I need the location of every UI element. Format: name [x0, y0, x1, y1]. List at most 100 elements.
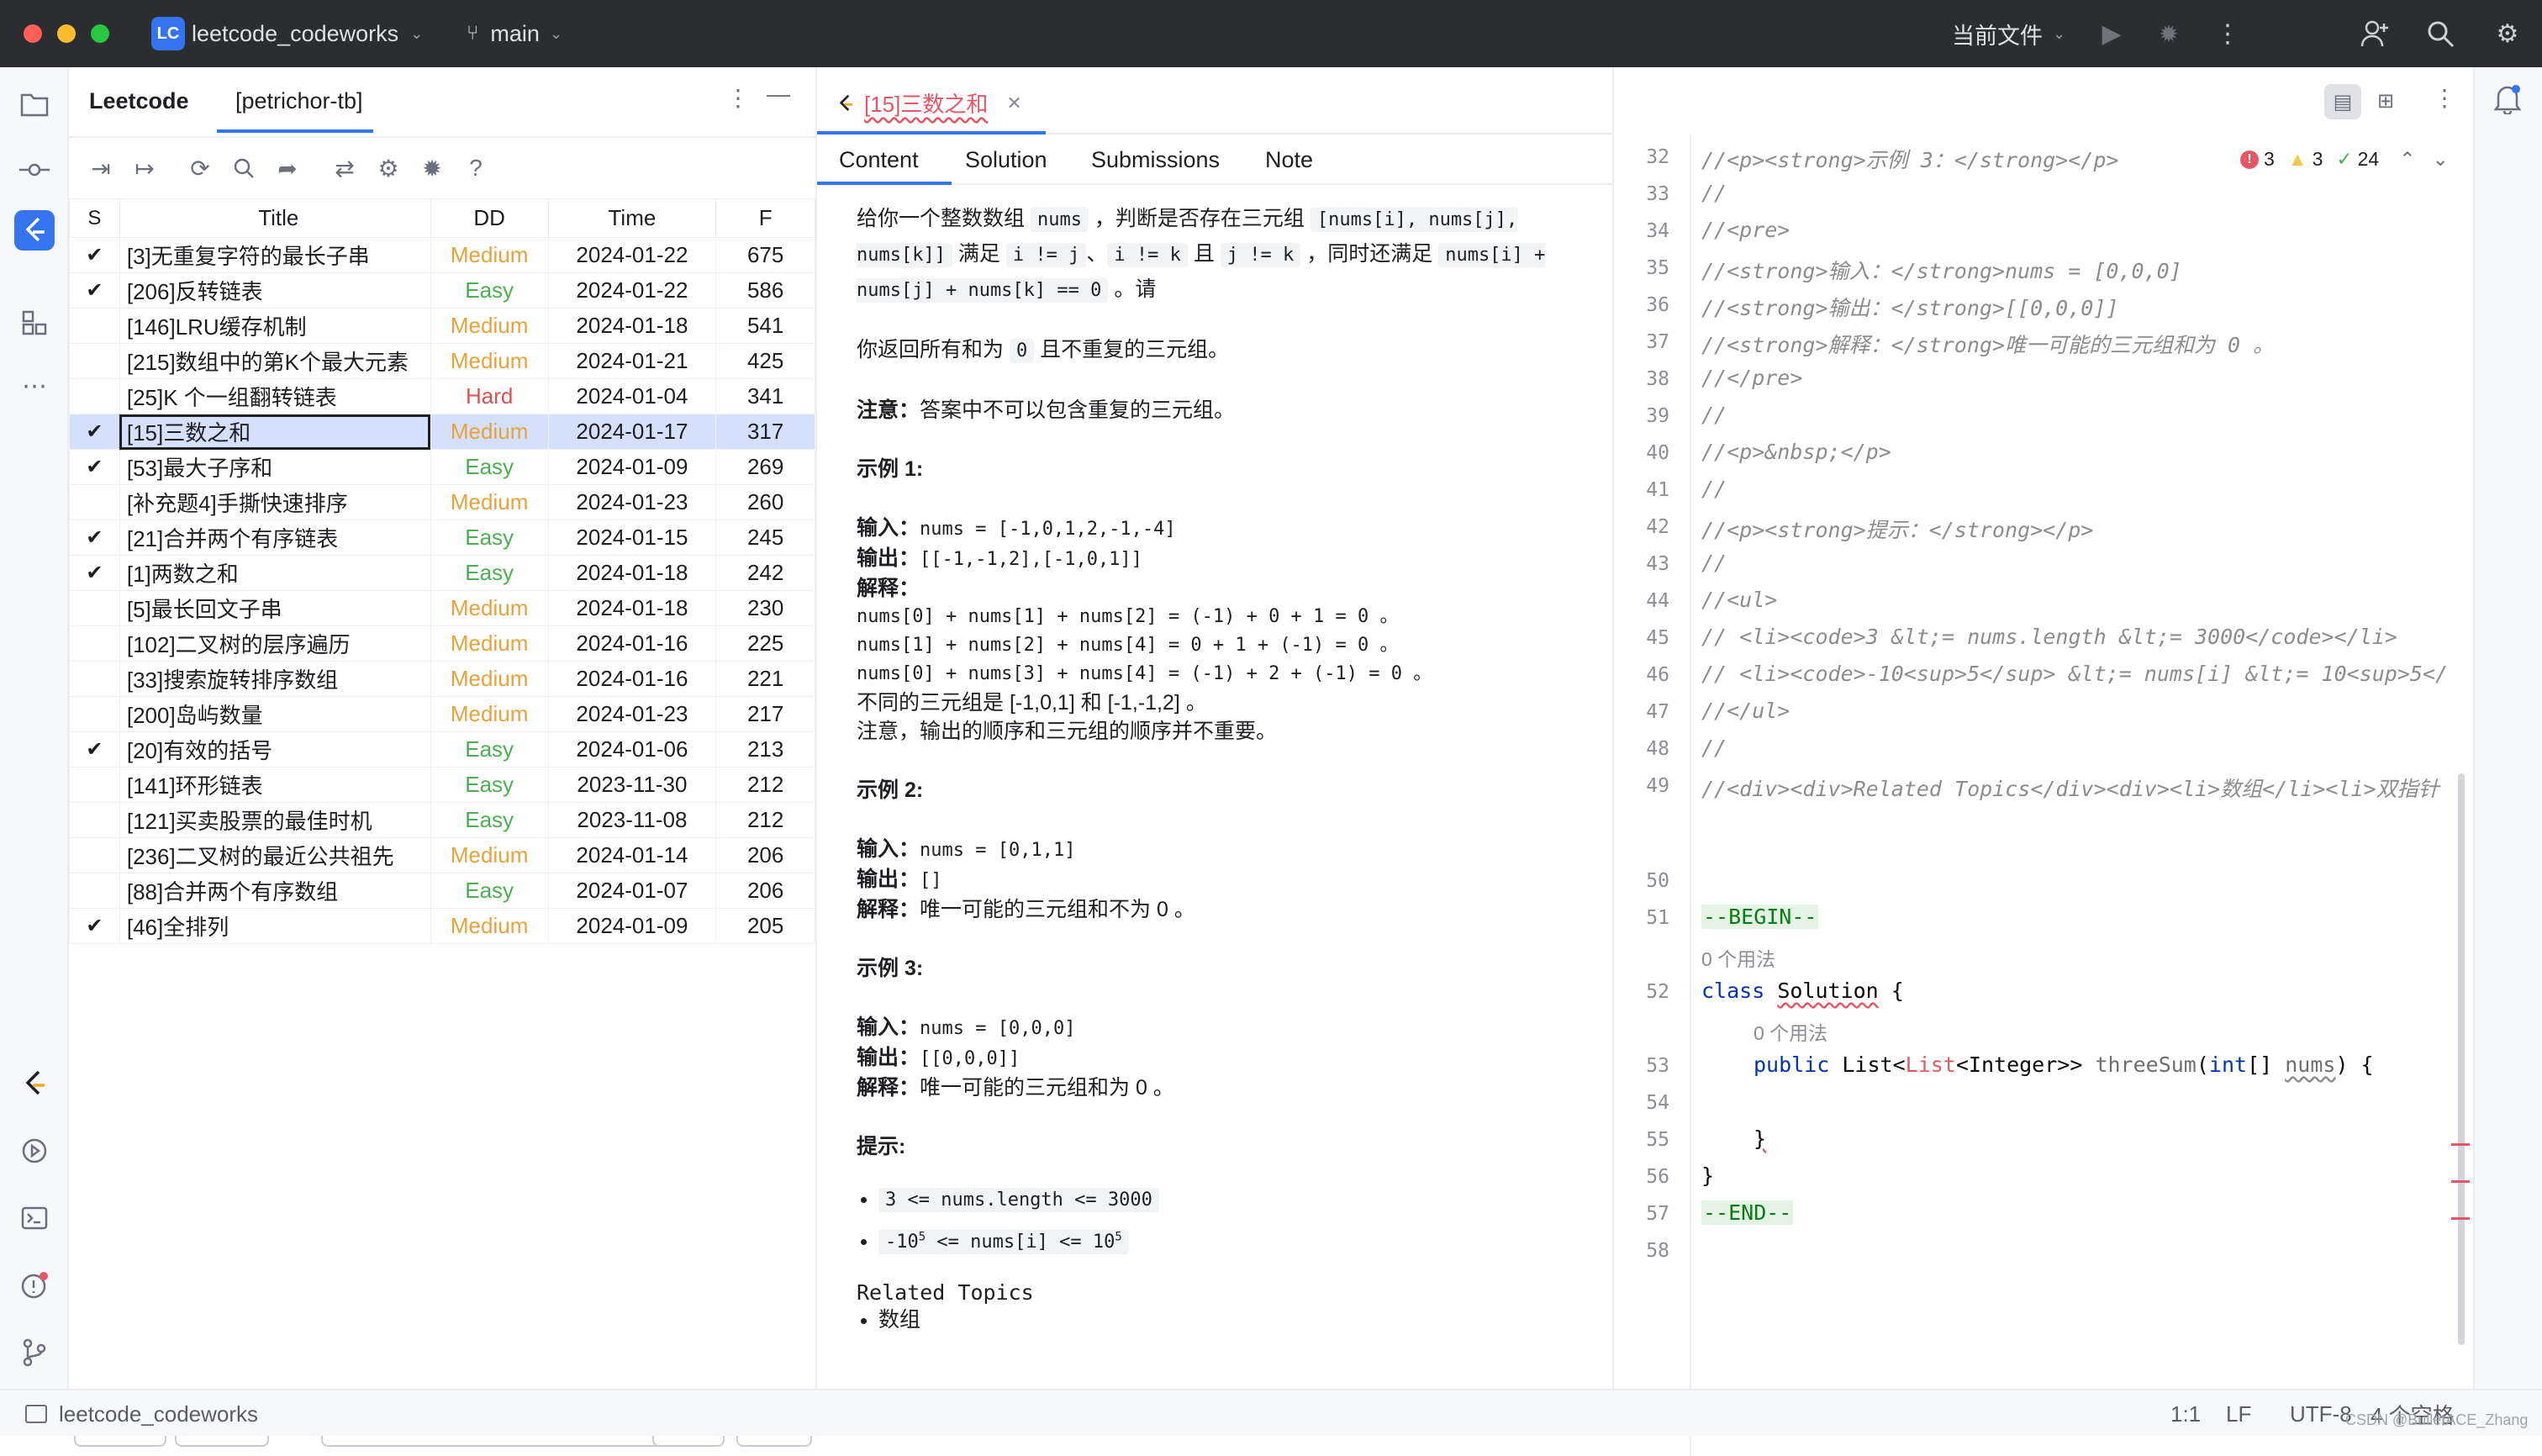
table-row[interactable]: ✔ [46]全排列 Medium 2024-01-09 205 [69, 908, 815, 944]
table-row[interactable]: ✔ [3]无重复字符的最长子串 Medium 2024-01-22 675 [69, 237, 815, 273]
table-row[interactable]: ✔ [15]三数之和 Medium 2024-01-17 317 [69, 414, 815, 450]
example-2-title: 示例 2: [857, 778, 924, 802]
chevron-up-icon[interactable]: ⌃ [2399, 148, 2415, 171]
table-row[interactable]: [102]二叉树的层序遍历 Medium 2024-01-16 225 [69, 625, 815, 662]
search-icon[interactable] [227, 151, 261, 185]
example-explanation: 唯一可能的三元组和不为 0 。 [920, 898, 1195, 921]
code-editor[interactable]: ▤ ⊞ ⋮ ! 3 ▲ 3 ✓ 24 ⌃ ⌄ 32 //<p><strong>示例… [1614, 67, 2473, 1456]
file-tab[interactable]: [15]三数之和 ✕ [837, 87, 1022, 119]
services-run-icon[interactable] [14, 1131, 55, 1171]
punctuation: [] [2247, 1052, 2286, 1077]
settings-gear-icon[interactable]: ⚙ [2491, 17, 2524, 50]
run-icon[interactable]: ▶ [2095, 17, 2128, 50]
notifications-icon[interactable] [2493, 84, 2522, 121]
difficulty: Medium [430, 484, 549, 520]
error-stripe[interactable] [2451, 1180, 2470, 1183]
close-tab-icon[interactable]: ✕ [1006, 92, 1021, 114]
help-icon[interactable]: ? [459, 151, 493, 185]
caret-position[interactable]: 1:1 [2170, 1390, 2201, 1438]
line-number: 36 [1646, 294, 1669, 316]
project-badge[interactable]: LC [151, 17, 185, 50]
frequency: 245 [715, 520, 815, 556]
tab-user[interactable]: [petrichor-tb] [235, 67, 363, 135]
run-config-selector[interactable]: 当前文件 ⌄ [1952, 0, 2065, 67]
leetcode-logo-icon[interactable] [14, 1063, 55, 1104]
progress-icon[interactable]: ⇄ [328, 151, 361, 185]
tab-submissions[interactable]: Submissions [1091, 147, 1220, 173]
minimize-panel-icon[interactable]: — [767, 81, 790, 108]
problem-title: [20]有效的括号 [119, 731, 431, 768]
explanation-label: 解释： [857, 898, 920, 921]
file-encoding[interactable]: UTF-8 [2290, 1390, 2352, 1438]
description-paragraph: 给你一个整数数组 nums ，判断是否存在三元组 [nums[i], nums[… [857, 202, 1596, 308]
problems-icon[interactable] [14, 1265, 55, 1306]
table-row[interactable]: ✔ [21]合并两个有序链表 Easy 2024-01-15 245 [69, 520, 815, 556]
table-row[interactable]: [215]数组中的第K个最大元素 Medium 2024-01-21 425 [69, 343, 815, 379]
col-f[interactable]: F [715, 198, 815, 238]
sign-in-icon[interactable]: ⇥ [84, 151, 118, 185]
refresh-icon[interactable]: ⟳ [183, 151, 217, 185]
usage-hint[interactable]: 0 个用法 [1701, 943, 1775, 972]
panel-options-icon[interactable]: ⋮ [726, 84, 750, 112]
reader-mode-icon[interactable]: ▤ [2324, 84, 2361, 119]
add-user-icon[interactable] [2358, 17, 2392, 50]
status-check: ✔ [69, 731, 120, 768]
line-number: 54 [1646, 1092, 1669, 1114]
table-row[interactable]: [121]买卖股票的最佳时机 Easy 2023-11-08 212 [69, 802, 815, 838]
table-row[interactable]: [146]LRU缓存机制 Medium 2024-01-18 541 [69, 308, 815, 344]
vertical-scrollbar[interactable] [2458, 773, 2465, 1345]
tab-solution[interactable]: Solution [965, 147, 1047, 173]
more-tools-icon[interactable]: ⋯ [14, 366, 55, 406]
table-row[interactable]: [补充题4]手撕快速排序 Medium 2024-01-23 260 [69, 484, 815, 520]
table-row[interactable]: [200]岛屿数量 Medium 2024-01-23 217 [69, 696, 815, 732]
settings-gear-icon[interactable]: ⚙ [372, 151, 405, 185]
search-icon[interactable] [2423, 17, 2457, 50]
minimize-window-button[interactable] [57, 24, 76, 43]
debug-icon[interactable]: ✹ [2152, 17, 2186, 50]
table-row[interactable]: [25]K 个一组翻转链表 Hard 2024-01-04 341 [69, 378, 815, 414]
status-project[interactable]: leetcode_codeworks [25, 1390, 258, 1438]
table-row[interactable]: [141]环形链表 Easy 2023-11-30 212 [69, 767, 815, 803]
code-line: // <li><code>-10<sup>5</sup> &lt;= nums[… [1701, 662, 2449, 686]
col-time[interactable]: Time [547, 198, 717, 238]
table-row[interactable]: ✔ [206]反转链表 Easy 2024-01-22 586 [69, 272, 815, 309]
chevron-down-icon[interactable]: ⌄ [2433, 148, 2449, 171]
zoom-window-button[interactable] [91, 24, 109, 43]
tab-leetcode[interactable]: Leetcode [89, 67, 189, 135]
col-title[interactable]: Title [119, 198, 431, 238]
project-selector[interactable]: leetcode_codeworks ⌄ [192, 0, 423, 67]
more-options-icon[interactable]: ⋮ [2211, 17, 2244, 50]
table-row[interactable]: ✔ [53]最大子序和 Easy 2024-01-09 269 [69, 449, 815, 485]
table-row[interactable]: [33]搜索旋转排序数组 Medium 2024-01-16 221 [69, 661, 815, 697]
close-window-button[interactable] [24, 24, 42, 43]
table-row[interactable]: ✔ [20]有效的括号 Easy 2024-01-06 213 [69, 731, 815, 768]
line-separator[interactable]: LF [2226, 1390, 2251, 1438]
col-dd[interactable]: DD [430, 198, 549, 238]
table-row[interactable]: [5]最长回文子串 Medium 2024-01-18 230 [69, 590, 815, 626]
col-s[interactable]: S [69, 198, 120, 238]
error-stripe[interactable] [2451, 1217, 2470, 1220]
preview-icon[interactable]: ⊞ [2377, 89, 2394, 113]
terminal-icon[interactable] [14, 1198, 55, 1238]
commit-icon[interactable] [14, 150, 55, 190]
usage-hint[interactable]: 0 个用法 [1754, 1017, 1827, 1046]
table-row[interactable]: ✔ [1]两数之和 Easy 2024-01-18 242 [69, 555, 815, 591]
editor-options-icon[interactable]: ⋮ [2433, 84, 2456, 112]
git-icon[interactable] [14, 1332, 55, 1373]
error-stripe[interactable] [2451, 1143, 2470, 1146]
structure-icon[interactable] [14, 303, 55, 343]
table-row[interactable]: [88]合并两个有序数组 Easy 2024-01-07 206 [69, 873, 815, 909]
branch-selector[interactable]: ⑂ main ⌄ [467, 0, 562, 67]
bug-icon[interactable]: ✹ [415, 151, 449, 185]
tab-content[interactable]: Content [839, 147, 919, 173]
leetcode-plugin-icon[interactable] [14, 210, 55, 251]
sign-out-icon[interactable]: ↦ [128, 151, 161, 185]
share-icon[interactable]: ➦ [271, 151, 304, 185]
inspection-widget[interactable]: ! 3 ▲ 3 ✓ 24 ⌃ ⌄ [2240, 148, 2449, 171]
project-folder-icon[interactable] [14, 84, 55, 124]
ok-count: 24 [2357, 148, 2380, 170]
tab-note[interactable]: Note [1265, 147, 1313, 173]
frequency: 213 [715, 731, 815, 768]
status-project-name: leetcode_codeworks [59, 1401, 259, 1427]
table-row[interactable]: [236]二叉树的最近公共祖先 Medium 2024-01-14 206 [69, 837, 815, 873]
